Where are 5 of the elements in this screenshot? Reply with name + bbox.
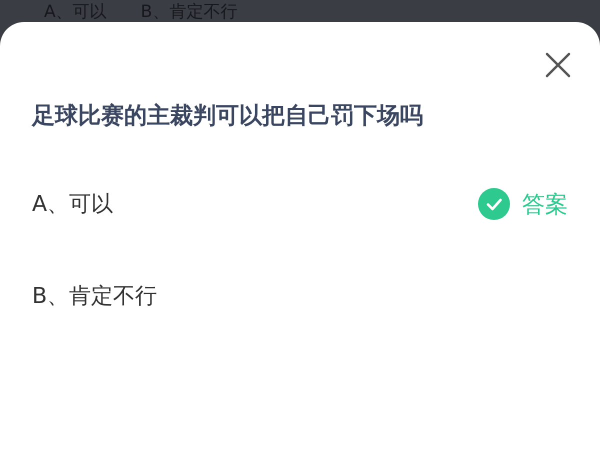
option-text: B、肯定不行: [32, 283, 158, 311]
close-button[interactable]: [545, 52, 571, 78]
answer-label: 答案: [522, 190, 568, 220]
option-text: A、可以: [32, 191, 114, 219]
question-text: 足球比赛的主裁判可以把自己罚下场吗: [32, 102, 424, 131]
